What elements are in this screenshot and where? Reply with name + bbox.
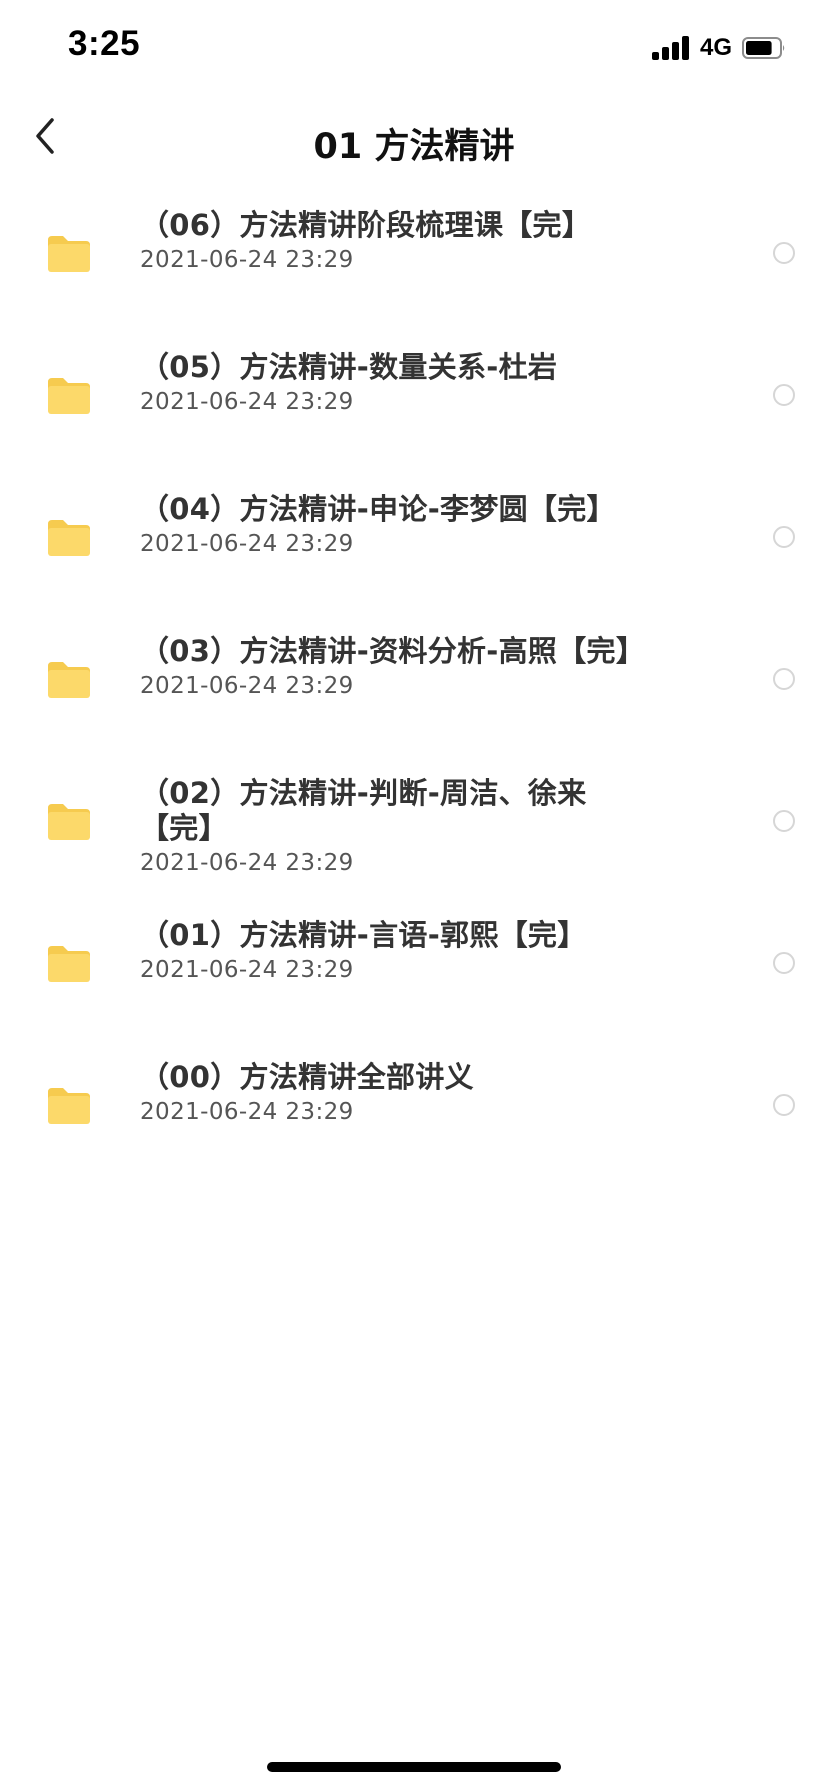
network-type: 4G xyxy=(700,34,733,61)
file-name: （00）方法精讲全部讲义 xyxy=(140,1060,474,1094)
file-row[interactable]: （02）方法精讲-判断-周洁、徐来【完】 2021-06-24 23:29 xyxy=(0,758,828,900)
battery-icon xyxy=(742,37,785,59)
select-radio[interactable] xyxy=(773,526,795,548)
file-name: （04）方法精讲-申论-李梦圆【完】 xyxy=(140,492,616,526)
file-name: （03）方法精讲-资料分析-高照【完】 xyxy=(140,634,646,668)
select-radio[interactable] xyxy=(773,668,795,690)
file-name: （05）方法精讲-数量关系-杜岩 xyxy=(140,350,558,384)
file-date: 2021-06-24 23:29 xyxy=(140,850,354,876)
select-radio[interactable] xyxy=(773,242,795,264)
file-row[interactable]: （04）方法精讲-申论-李梦圆【完】 2021-06-24 23:29 xyxy=(0,474,828,616)
folder-icon xyxy=(48,378,90,414)
file-date: 2021-06-24 23:29 xyxy=(140,1099,354,1125)
select-radio[interactable] xyxy=(773,384,795,406)
file-name: （02）方法精讲-判断-周洁、徐来【完】 xyxy=(140,776,587,845)
file-date: 2021-06-24 23:29 xyxy=(140,957,354,983)
file-row[interactable]: （01）方法精讲-言语-郭熙【完】 2021-06-24 23:29 xyxy=(0,900,828,1042)
status-bar: 3:25 4G xyxy=(0,0,828,100)
page-title: 01 方法精讲 xyxy=(313,127,515,167)
file-date: 2021-06-24 23:29 xyxy=(140,531,354,557)
folder-icon xyxy=(48,662,90,698)
navigation-bar: 01 方法精讲 xyxy=(0,100,828,190)
folder-icon xyxy=(48,946,90,982)
file-row[interactable]: （00）方法精讲全部讲义 2021-06-24 23:29 xyxy=(0,1042,828,1184)
file-list: （06）方法精讲阶段梳理课【完】 2021-06-24 23:29 （05）方法… xyxy=(0,190,828,1184)
select-radio[interactable] xyxy=(773,1094,795,1116)
select-radio[interactable] xyxy=(773,952,795,974)
file-date: 2021-06-24 23:29 xyxy=(140,673,354,699)
cellular-signal-icon xyxy=(652,36,692,60)
file-name: （06）方法精讲阶段梳理课【完】 xyxy=(140,208,592,242)
folder-icon xyxy=(48,1088,90,1124)
file-date: 2021-06-24 23:29 xyxy=(140,389,354,415)
file-row[interactable]: （03）方法精讲-资料分析-高照【完】 2021-06-24 23:29 xyxy=(0,616,828,758)
folder-icon xyxy=(48,236,90,272)
file-row[interactable]: （06）方法精讲阶段梳理课【完】 2021-06-24 23:29 xyxy=(0,190,828,332)
folder-icon xyxy=(48,804,90,840)
file-name: （01）方法精讲-言语-郭熙【完】 xyxy=(140,918,587,952)
file-date: 2021-06-24 23:29 xyxy=(140,247,354,273)
home-indicator[interactable] xyxy=(267,1762,561,1772)
status-time: 3:25 xyxy=(68,24,141,63)
select-radio[interactable] xyxy=(773,810,795,832)
file-row[interactable]: （05）方法精讲-数量关系-杜岩 2021-06-24 23:29 xyxy=(0,332,828,474)
folder-icon xyxy=(48,520,90,556)
